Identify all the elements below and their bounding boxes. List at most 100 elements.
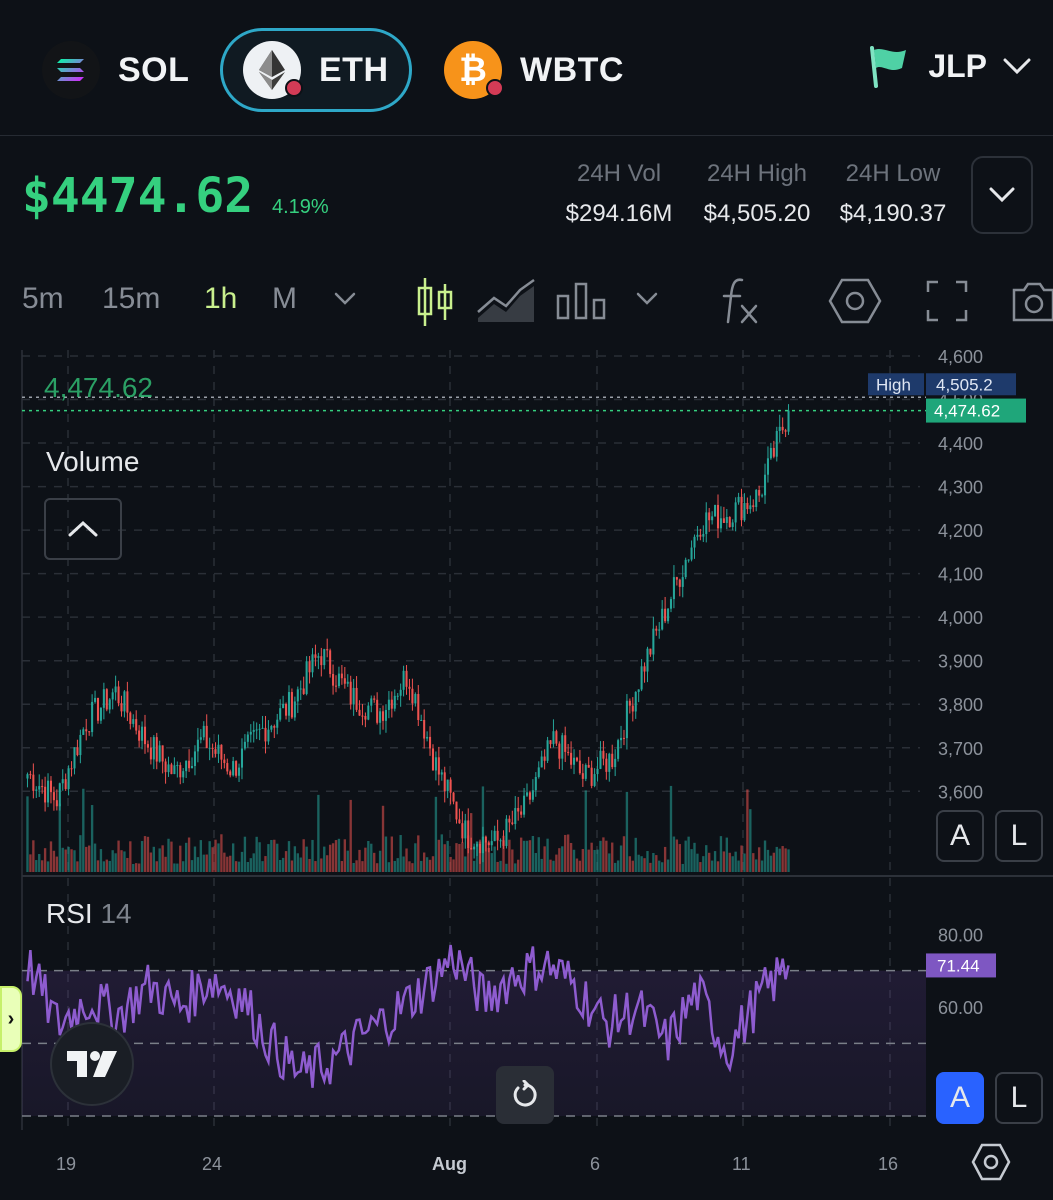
candle-body bbox=[79, 734, 82, 756]
indicators-icon[interactable] bbox=[720, 276, 760, 326]
volume-bar bbox=[167, 838, 170, 872]
chart-type-dropdown-icon[interactable] bbox=[636, 292, 658, 306]
volume-bar bbox=[173, 863, 176, 872]
price-axis-auto-button[interactable]: A bbox=[936, 810, 984, 862]
date-tick: 19 bbox=[56, 1154, 77, 1174]
candle-body bbox=[85, 729, 88, 732]
candle-body bbox=[152, 737, 155, 760]
candle-body bbox=[381, 711, 385, 721]
volume-bar bbox=[593, 849, 596, 872]
candle-body bbox=[196, 739, 199, 752]
volume-bar bbox=[458, 843, 461, 872]
camera-icon[interactable] bbox=[1010, 278, 1053, 324]
rsi-axis-auto-button[interactable]: A bbox=[936, 1072, 984, 1124]
volume-bars bbox=[26, 785, 790, 872]
timeframe-5m[interactable]: 5m bbox=[22, 282, 64, 316]
candle-body bbox=[38, 786, 41, 790]
rsi-axis-log-button[interactable]: L bbox=[995, 1072, 1043, 1124]
candle-body bbox=[290, 692, 293, 718]
candle-body bbox=[431, 748, 435, 771]
candle-body bbox=[91, 701, 94, 733]
area-chart-icon[interactable] bbox=[476, 278, 536, 324]
drawing-toolbar-toggle[interactable]: › bbox=[0, 986, 22, 1052]
candle-body bbox=[96, 697, 100, 721]
tradingview-logo[interactable] bbox=[50, 1022, 134, 1106]
candle-body bbox=[349, 681, 352, 705]
volume-bar bbox=[164, 856, 167, 872]
volume-bar bbox=[184, 842, 188, 872]
price-axis-log-button[interactable]: L bbox=[995, 810, 1043, 862]
volume-bar bbox=[666, 859, 670, 872]
candle-body bbox=[622, 737, 626, 739]
volume-bar bbox=[223, 852, 226, 872]
volume-bar bbox=[719, 836, 723, 872]
timeframe-dropdown-icon[interactable] bbox=[334, 292, 356, 306]
volume-bar bbox=[208, 841, 211, 872]
candle-body bbox=[749, 505, 752, 510]
price-chart[interactable]: 80.0060.0040.0071.44 4,6004,5004,4004,30… bbox=[0, 350, 1053, 1140]
chart-settings-icon[interactable] bbox=[971, 1142, 1011, 1182]
candle-body bbox=[528, 792, 531, 800]
candle-body bbox=[769, 447, 772, 459]
volume-bar bbox=[99, 849, 103, 872]
candle-body bbox=[52, 792, 55, 801]
bar-chart-icon[interactable] bbox=[556, 280, 606, 320]
volume-bar bbox=[540, 858, 543, 872]
volume-bar bbox=[590, 842, 593, 872]
candle-body bbox=[719, 518, 722, 529]
candle-body bbox=[775, 431, 778, 457]
pool-selector[interactable]: JLP bbox=[866, 44, 1031, 88]
volume-bar bbox=[279, 859, 282, 872]
chevron-down-icon bbox=[989, 187, 1015, 203]
timeframe-15m[interactable]: 15m bbox=[102, 282, 160, 316]
candle-body bbox=[141, 726, 144, 741]
candle-body bbox=[464, 820, 467, 839]
volume-bar bbox=[58, 803, 61, 872]
volume-bar bbox=[778, 848, 781, 872]
volume-bar bbox=[129, 841, 132, 872]
candle-body bbox=[229, 771, 232, 776]
candle-body bbox=[373, 698, 376, 700]
candle-body bbox=[446, 779, 449, 792]
candle-body bbox=[684, 559, 687, 578]
timeframe-month[interactable]: M bbox=[272, 282, 297, 316]
candlestick-icon[interactable] bbox=[416, 276, 454, 328]
candle-body bbox=[408, 686, 411, 689]
asset-tab-sol[interactable]: SOL bbox=[22, 28, 209, 112]
chart-area[interactable]: 80.0060.0040.0071.44 4,6004,5004,4004,30… bbox=[0, 350, 1053, 1150]
expand-stats-button[interactable] bbox=[971, 156, 1033, 234]
candle-body bbox=[35, 789, 38, 791]
candle-body bbox=[55, 800, 58, 807]
collapse-volume-button[interactable] bbox=[44, 498, 122, 560]
reset-chart-button[interactable] bbox=[496, 1066, 554, 1124]
volume-bar bbox=[528, 840, 532, 872]
volume-bar bbox=[108, 860, 111, 872]
candle-body bbox=[467, 820, 470, 849]
candle-body bbox=[205, 725, 208, 749]
fullscreen-icon[interactable] bbox=[926, 280, 968, 322]
settings-icon[interactable] bbox=[828, 278, 882, 324]
candle-body bbox=[73, 747, 76, 769]
volume-bar bbox=[437, 839, 441, 872]
candle-body bbox=[58, 783, 61, 807]
date-tick: 11 bbox=[732, 1154, 751, 1174]
rsi-name: RSI bbox=[46, 898, 93, 929]
candle-body bbox=[182, 771, 185, 778]
candle-body bbox=[149, 747, 152, 760]
volume-bar bbox=[531, 835, 535, 872]
candle-body bbox=[643, 666, 646, 672]
timeframe-1h[interactable]: 1h bbox=[204, 282, 237, 316]
volume-bar bbox=[649, 862, 652, 872]
volume-bar bbox=[766, 849, 770, 872]
volume-bar bbox=[658, 860, 661, 872]
candle-body bbox=[188, 760, 191, 769]
asset-tab-wbtc[interactable]: ₿ WBTC bbox=[424, 28, 644, 112]
rsi-axis-label: 80.00 bbox=[938, 925, 983, 945]
volume-bar bbox=[296, 853, 299, 872]
candle-body bbox=[47, 780, 50, 803]
asset-tab-eth[interactable]: ETH bbox=[220, 28, 412, 112]
candle-body bbox=[390, 699, 393, 709]
candle-body bbox=[687, 559, 690, 561]
volume-bar bbox=[414, 843, 417, 872]
volume-bar bbox=[249, 858, 252, 872]
